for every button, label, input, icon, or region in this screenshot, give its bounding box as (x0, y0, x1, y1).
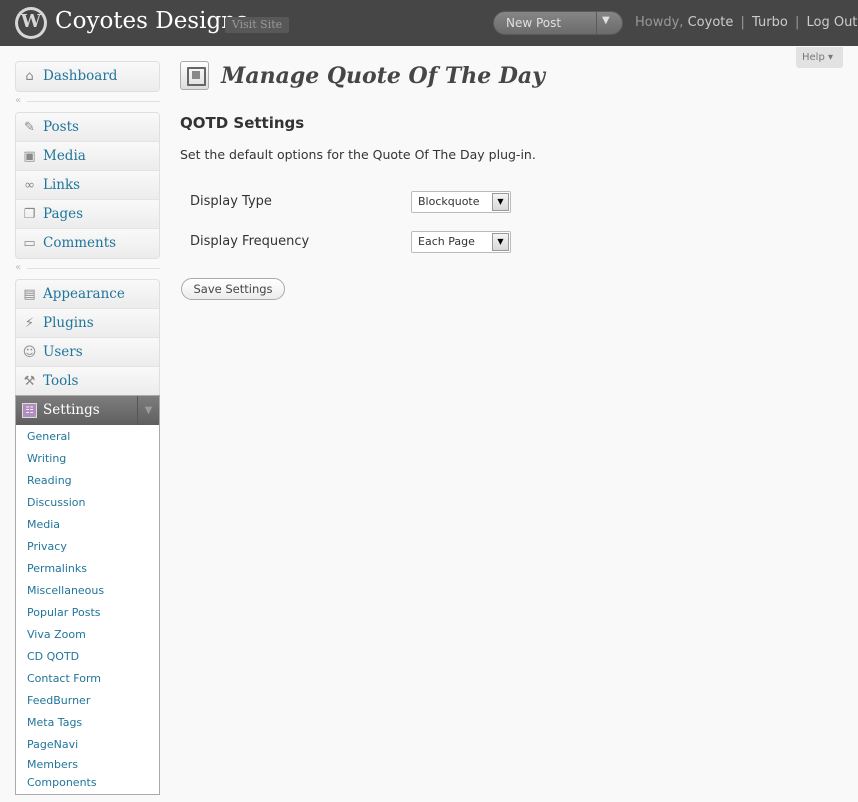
menu-group-admin: ▤ Appearance ⚡ Plugins ☺ Users ⚒ Tools (15, 279, 160, 396)
link-icon: ∞ (24, 178, 35, 193)
submenu-item-privacy[interactable]: Privacy (16, 536, 159, 558)
display-frequency-label: Display Frequency (190, 234, 310, 249)
submenu-item-meta-tags[interactable]: Meta Tags (16, 712, 159, 734)
submenu-item-popular-posts[interactable]: Popular Posts (16, 602, 159, 624)
submenu-item-members-components[interactable]: Members Components (16, 756, 159, 792)
divider: | (794, 15, 800, 30)
howdy-text: Howdy, (635, 15, 684, 30)
sidebar-item-appearance[interactable]: ▤ Appearance (16, 280, 159, 309)
sidebar-item-tools[interactable]: ⚒ Tools (16, 367, 159, 396)
plugin-icon: ⚡ (24, 316, 35, 331)
menu-collapse-separator[interactable]: « (15, 95, 160, 108)
submenu-item-media[interactable]: Media (16, 514, 159, 536)
tools-icon: ⚒ (23, 374, 36, 389)
pages-icon: ❐ (23, 207, 36, 222)
collapse-arrow-icon[interactable]: « (15, 95, 21, 106)
logout-link[interactable]: Log Out (806, 15, 857, 30)
visit-site-button[interactable]: Visit Site (225, 17, 289, 33)
section-title: QOTD Settings (180, 114, 305, 132)
submenu-item-contact-form[interactable]: Contact Form (16, 668, 159, 690)
user-info: Howdy, Coyote | Turbo | Log Out (635, 15, 857, 30)
help-tab[interactable]: Help ▾ (796, 47, 843, 68)
sidebar-item-media[interactable]: ▣ Media (16, 142, 159, 171)
submenu-item-feedburner[interactable]: FeedBurner (16, 690, 159, 712)
divider: | (740, 15, 745, 30)
display-type-label: Display Type (190, 194, 272, 209)
menu-collapse-separator[interactable]: « (15, 262, 160, 275)
pin-icon: ✎ (24, 120, 35, 135)
username-link[interactable]: Coyote (688, 15, 734, 30)
display-type-select[interactable]: Blockquote ▼ (411, 191, 511, 213)
sidebar-item-plugins[interactable]: ⚡ Plugins (16, 309, 159, 338)
menu-group-dashboard: ⌂ Dashboard (15, 61, 160, 92)
display-frequency-select[interactable]: Each Page ▼ (411, 231, 511, 253)
sidebar-item-links[interactable]: ∞ Links (16, 171, 159, 200)
page-title: Manage Quote Of The Day (221, 63, 545, 89)
menu-group-content: ✎ Posts ▣ Media ∞ Links ❐ Pages ▭ Commen… (15, 112, 160, 259)
dashboard-icon: ⌂ (25, 69, 34, 84)
sidebar-item-dashboard[interactable]: ⌂ Dashboard (16, 62, 159, 91)
options-general-icon (180, 61, 209, 90)
settings-icon: ☷ (22, 403, 37, 418)
submenu-item-miscellaneous[interactable]: Miscellaneous (16, 580, 159, 602)
submenu-item-pagenavi[interactable]: PageNavi (16, 734, 159, 756)
submenu-item-reading[interactable]: Reading (16, 470, 159, 492)
save-settings-button[interactable]: Save Settings (181, 278, 285, 300)
users-icon: ☺ (22, 345, 37, 360)
sidebar-item-comments[interactable]: ▭ Comments (16, 229, 159, 258)
admin-header: W Coyotes Designs Visit Site New Post ▼ … (0, 0, 858, 46)
favorite-actions-dropdown[interactable]: New Post ▼ (493, 11, 623, 35)
submenu-item-writing[interactable]: Writing (16, 448, 159, 470)
sidebar-item-users[interactable]: ☺ Users (16, 338, 159, 367)
new-post-link[interactable]: New Post (506, 16, 561, 30)
turbo-link[interactable]: Turbo (752, 15, 788, 30)
chevron-down-icon: ▼ (492, 233, 509, 251)
comment-icon: ▭ (23, 236, 36, 251)
submenu-item-permalinks[interactable]: Permalinks (16, 558, 159, 580)
sidebar-item-posts[interactable]: ✎ Posts (16, 113, 159, 142)
settings-description: Set the default options for the Quote Of… (180, 147, 536, 162)
divider (27, 101, 160, 102)
settings-submenu: General Writing Reading Discussion Media… (16, 425, 159, 794)
submenu-item-general[interactable]: General (16, 426, 159, 448)
collapse-arrow-icon[interactable]: « (15, 262, 21, 273)
site-title[interactable]: Coyotes Designs (55, 8, 248, 34)
sidebar-item-pages[interactable]: ❐ Pages (16, 200, 159, 229)
chevron-down-icon: ▾ (828, 52, 834, 63)
divider (27, 268, 160, 269)
submenu-item-viva-zoom[interactable]: Viva Zoom (16, 624, 159, 646)
settings-menu: ☷ Settings ▼ General Writing Reading Dis… (15, 395, 160, 795)
submenu-item-cd-qotd[interactable]: CD QOTD (16, 646, 159, 668)
sidebar-item-settings[interactable]: ☷ Settings ▼ (16, 396, 159, 425)
chevron-down-icon[interactable]: ▼ (137, 396, 159, 425)
divider (596, 12, 597, 34)
chevron-down-icon[interactable]: ▼ (602, 15, 610, 26)
submenu-item-discussion[interactable]: Discussion (16, 492, 159, 514)
appearance-icon: ▤ (23, 287, 36, 302)
chevron-down-icon: ▼ (492, 193, 509, 211)
wordpress-logo-icon: W (15, 7, 47, 39)
media-icon: ▣ (23, 149, 36, 164)
